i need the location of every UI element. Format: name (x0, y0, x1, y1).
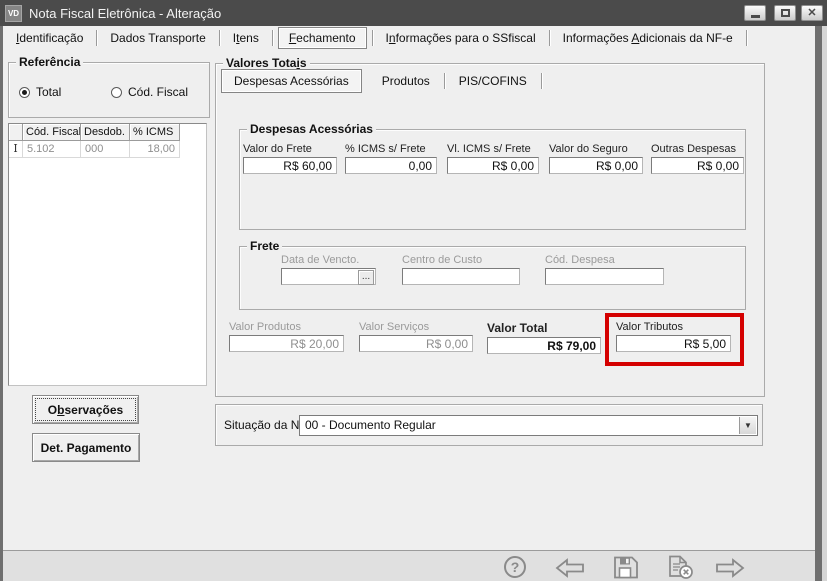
cod-despesa-label: Cód. Despesa (545, 254, 664, 266)
cell-desdob: 000 (81, 141, 130, 158)
situacao-value: 00 - Documento Regular (305, 418, 436, 432)
tab-separator (272, 30, 273, 46)
outras-despesas-field[interactable]: R$ 0,00 (651, 157, 744, 174)
nfe-window: VD Nota Fiscal Eletrônica - Alteração ✕ … (0, 0, 827, 581)
maximize-icon (781, 9, 790, 17)
grid-header-row: Cód. Fiscal Desdob. % ICMS (9, 124, 206, 141)
minimize-icon (751, 15, 760, 18)
tab-dados-transporte[interactable]: Dados Transporte (97, 28, 218, 48)
cod-despesa-field[interactable] (545, 268, 664, 285)
referencia-group: Referência Total Cód. Fiscal (8, 62, 210, 118)
despesas-acessorias-group-label: Despesas Acessórias (247, 122, 376, 136)
help-icon: ? (504, 556, 526, 578)
radio-cod-fiscal-label: Cód. Fiscal (128, 85, 188, 99)
previous-record-button[interactable] (554, 557, 586, 579)
save-icon (613, 556, 639, 579)
window-border-right-edge (822, 26, 827, 581)
radio-total-label: Total (36, 85, 61, 99)
radio-total[interactable]: Total (19, 85, 61, 99)
close-button[interactable]: ✕ (801, 5, 823, 21)
main-tabstrip: Identificação Dados Transporte Itens Fec… (3, 26, 815, 49)
valor-produtos-label: Valor Produtos (229, 321, 344, 333)
tab-informacoes-adicionais-nfe[interactable]: Informações Adicionais da NF-e (550, 28, 746, 48)
radio-total-circle[interactable] (19, 87, 30, 98)
situacao-combobox[interactable]: 00 - Documento Regular ▼ (299, 415, 758, 436)
tab-itens[interactable]: Itens (220, 28, 272, 48)
window-title: Nota Fiscal Eletrônica - Alteração (29, 6, 221, 21)
vl-icms-s-frete-label: Vl. ICMS s/ Frete (447, 143, 539, 155)
tab-pis-cofins[interactable]: PIS/COFINS (445, 70, 541, 92)
icms-s-frete-pct-label: % ICMS s/ Frete (345, 143, 437, 155)
valores-totais-group-label: Valores Totais (223, 56, 310, 70)
valores-tabstrip: Despesas Acessórias Produtos PIS/COFINS (221, 69, 542, 93)
outras-despesas-label: Outras Despesas (651, 143, 744, 155)
next-record-button[interactable] (714, 557, 746, 579)
back-arrow-icon (554, 557, 586, 579)
data-de-vencto-label: Data de Vencto. (281, 254, 376, 266)
situacao-label: Situação da NF: (224, 418, 310, 432)
valor-do-frete-field[interactable]: R$ 60,00 (243, 157, 337, 174)
valor-do-frete-label: Valor do Frete (243, 143, 337, 155)
valor-do-seguro-label: Valor do Seguro (549, 143, 643, 155)
grid-header-desdob: Desdob. (81, 124, 130, 141)
valores-totais-group: Valores Totais Despesas Acessórias Produ… (215, 63, 765, 397)
frete-group: Frete Data de Vencto. ... Centro de Cust… (239, 246, 746, 310)
frete-group-label: Frete (247, 239, 282, 253)
tab-despesas-acessorias[interactable]: Despesas Acessórias (221, 69, 362, 93)
data-de-vencto-field[interactable]: ... (281, 268, 376, 285)
table-row[interactable]: I 5.102 000 18,00 (9, 141, 206, 158)
fiscal-codes-grid[interactable]: Cód. Fiscal Desdob. % ICMS I 5.102 000 1… (8, 123, 207, 386)
maximize-button[interactable] (774, 5, 796, 21)
tab-informacoes-ssfiscal[interactable]: Informações para o SSfiscal (373, 28, 549, 48)
bottom-toolbar: ? (3, 550, 815, 581)
app-icon: VD (5, 5, 22, 22)
cell-cod-fiscal: 5.102 (23, 141, 81, 158)
icms-s-frete-pct-field[interactable]: 0,00 (345, 157, 437, 174)
fechamento-page: Referência Total Cód. Fiscal Cód. Fiscal… (3, 49, 815, 550)
valor-servicos-label: Valor Serviços (359, 321, 473, 333)
situacao-panel: Situação da NF: 00 - Documento Regular ▼ (215, 404, 763, 446)
valor-total-field: R$ 79,00 (487, 337, 601, 354)
valor-do-seguro-field[interactable]: R$ 0,00 (549, 157, 643, 174)
tab-separator (746, 30, 747, 46)
help-button[interactable]: ? (504, 556, 526, 578)
centro-de-custo-label: Centro de Custo (402, 254, 520, 266)
observacoes-button[interactable]: Observações (32, 395, 139, 424)
valor-tributos-field[interactable]: R$ 5,00 (616, 335, 731, 352)
radio-cod-fiscal[interactable]: Cód. Fiscal (111, 85, 188, 99)
tab-identificacao[interactable]: Identificação (3, 28, 96, 48)
valor-tributos-label: Valor Tributos (616, 321, 731, 333)
date-browse-button[interactable]: ... (358, 270, 374, 285)
tab-separator (541, 73, 542, 89)
despesas-acessorias-group: Despesas Acessórias Valor do Frete R$ 60… (239, 129, 746, 230)
grid-header-selector (9, 124, 23, 141)
referencia-group-label: Referência (16, 55, 83, 69)
cell-icms: 18,00 (130, 141, 180, 158)
centro-de-custo-field[interactable] (402, 268, 520, 285)
valor-servicos-field: R$ 0,00 (359, 335, 473, 352)
valor-total-label: Valor Total (487, 321, 601, 335)
det-pagamento-button[interactable]: Det. Pagamento (32, 433, 140, 462)
tab-fechamento[interactable]: Fechamento (278, 27, 367, 49)
forward-arrow-icon (714, 557, 746, 579)
titlebar: VD Nota Fiscal Eletrônica - Alteração ✕ (0, 0, 827, 26)
vl-icms-s-frete-field[interactable]: R$ 0,00 (447, 157, 539, 174)
window-border-right (815, 26, 822, 581)
close-icon: ✕ (807, 8, 816, 19)
chevron-down-icon: ▼ (744, 416, 752, 435)
grid-header-icms: % ICMS (130, 124, 180, 141)
cancel-document-button[interactable] (667, 555, 695, 580)
tab-produtos[interactable]: Produtos (368, 70, 444, 92)
current-row-marker-icon: I (9, 141, 23, 158)
cancel-document-icon (667, 555, 695, 580)
save-button[interactable] (613, 556, 639, 579)
grid-header-cod-fiscal: Cód. Fiscal (23, 124, 81, 141)
valor-produtos-field: R$ 20,00 (229, 335, 344, 352)
radio-cod-fiscal-circle[interactable] (111, 87, 122, 98)
combobox-dropdown-button[interactable]: ▼ (739, 417, 756, 434)
minimize-button[interactable] (744, 5, 766, 21)
